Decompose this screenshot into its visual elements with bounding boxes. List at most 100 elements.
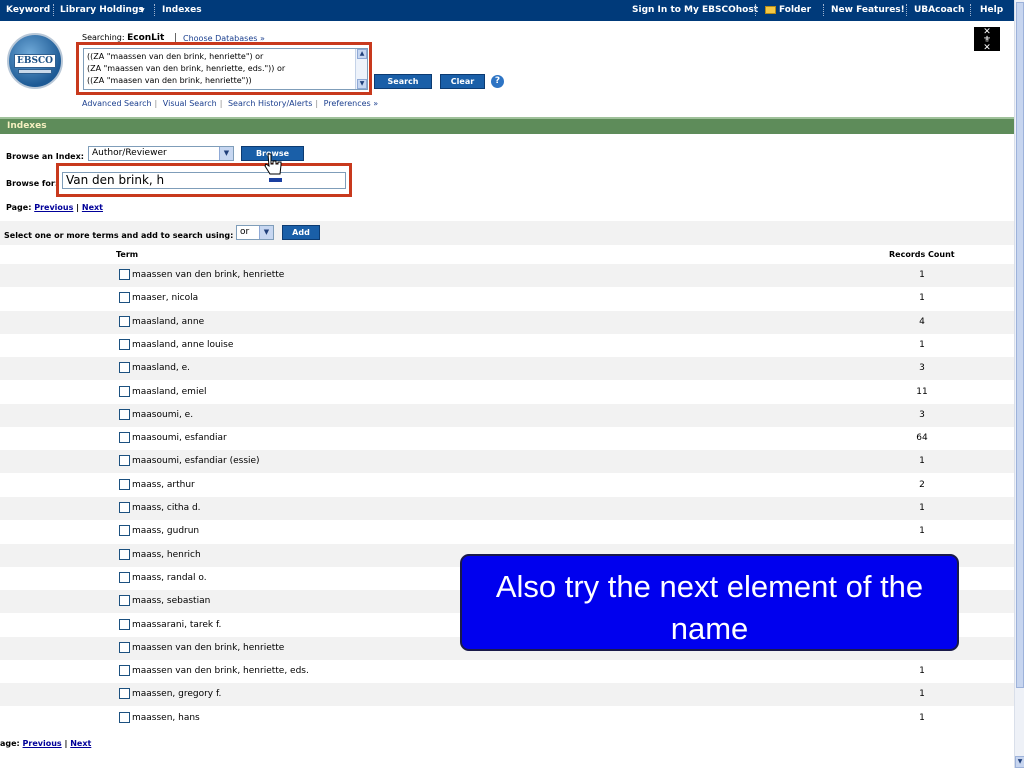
term-text: maass, randal o.: [132, 573, 207, 583]
term-text: maass, arthur: [132, 480, 195, 490]
term-checkbox[interactable]: [119, 525, 130, 536]
folder-icon[interactable]: [765, 6, 776, 14]
table-row: maassen, hans 1: [0, 707, 1014, 730]
term-checkbox[interactable]: [119, 688, 130, 699]
table-row: maassen, gregory f. 1: [0, 683, 1014, 706]
next-page-link[interactable]: Next: [82, 203, 103, 212]
term-text: maasland, e.: [132, 363, 191, 373]
term-text: maasland, anne: [132, 317, 205, 327]
preferences-link[interactable]: Preferences »: [324, 99, 379, 108]
term-checkbox[interactable]: [119, 269, 130, 280]
nav-folder[interactable]: Folder: [779, 5, 811, 15]
records-count: 1: [919, 503, 925, 513]
term-checkbox[interactable]: [119, 292, 130, 303]
search-query-textarea[interactable]: ((ZA "maassen van den brink, henriette")…: [83, 48, 368, 90]
records-count: 1: [919, 270, 925, 280]
clear-button[interactable]: Clear: [440, 74, 485, 89]
query-scrollbar[interactable]: ▲ ▼: [355, 49, 367, 89]
term-text: maass, gudrun: [132, 526, 200, 536]
scroll-down-icon[interactable]: ▼: [357, 79, 367, 89]
table-row: maass, arthur 2: [0, 474, 1014, 497]
page-label: Page:: [6, 203, 32, 212]
term-checkbox[interactable]: [119, 665, 130, 676]
records-count: 4: [919, 317, 925, 327]
search-button[interactable]: Search: [374, 74, 432, 89]
nav-help[interactable]: Help: [980, 5, 1003, 15]
ebsco-host-logo[interactable]: EBSCO: [7, 33, 63, 89]
table-row: maass, citha d. 1: [0, 497, 1014, 520]
term-text: maasoumi, e.: [132, 410, 194, 420]
term-checkbox[interactable]: [119, 386, 130, 397]
table-row: maass, gudrun 1: [0, 520, 1014, 543]
term-checkbox[interactable]: [119, 642, 130, 653]
next-page-link[interactable]: Next: [70, 739, 91, 748]
scroll-up-icon[interactable]: ▲: [357, 49, 367, 59]
records-count: 1: [919, 689, 925, 699]
nav-new-features[interactable]: New Features!: [831, 5, 905, 15]
term-text: maassarani, tarek f.: [132, 620, 222, 630]
page-scrollbar[interactable]: ▼: [1014, 0, 1024, 768]
nav-indexes[interactable]: Indexes: [162, 5, 202, 15]
table-row: maassen van den brink, henriette 1: [0, 264, 1014, 287]
pagination-bottom: age: Previous | Next: [0, 739, 91, 748]
add-button[interactable]: Add: [282, 225, 320, 240]
advanced-search-link[interactable]: Advanced Search: [82, 99, 152, 108]
term-text: maassen van den brink, henriette, eds.: [132, 666, 309, 676]
previous-page-link[interactable]: Previous: [34, 203, 73, 212]
term-checkbox[interactable]: [119, 595, 130, 606]
scroll-thumb[interactable]: [1016, 2, 1024, 688]
chevron-down-icon[interactable]: ▼: [259, 226, 273, 239]
table-row: maasland, anne louise 1: [0, 334, 1014, 357]
term-checkbox[interactable]: [119, 549, 130, 560]
nav-library-holdings[interactable]: Library Holdings: [60, 5, 144, 15]
term-checkbox[interactable]: [119, 316, 130, 327]
term-text: maassen, gregory f.: [132, 689, 222, 699]
browse-index-label: Browse an Index:: [6, 152, 84, 161]
records-count: 1: [919, 340, 925, 350]
term-checkbox[interactable]: [119, 712, 130, 723]
nav-separator: [755, 4, 756, 16]
records-count: 1: [919, 666, 925, 676]
nav-keyword[interactable]: Keyword: [6, 5, 50, 15]
previous-page-link[interactable]: Previous: [23, 739, 62, 748]
term-checkbox[interactable]: [119, 479, 130, 490]
term-checkbox[interactable]: [119, 432, 130, 443]
column-header-records-count: Records Count: [889, 250, 955, 259]
index-select[interactable]: Author/Reviewer ▼: [88, 146, 234, 161]
term-text: maasland, anne louise: [132, 340, 234, 350]
scroll-down-icon[interactable]: ▼: [1015, 756, 1024, 768]
records-count: 64: [916, 433, 928, 443]
term-text: maass, henrich: [132, 550, 201, 560]
nav-ubacoach[interactable]: UBAcoach: [914, 5, 964, 15]
browse-for-label: Browse for:: [6, 179, 59, 188]
nav-separator: [823, 4, 824, 16]
operator-select[interactable]: or ▼: [236, 225, 274, 240]
term-checkbox[interactable]: [119, 339, 130, 350]
term-checkbox[interactable]: [119, 455, 130, 466]
page-label: age:: [0, 739, 20, 748]
searching-label: Searching:: [82, 33, 125, 42]
visual-search-link[interactable]: Visual Search: [163, 99, 217, 108]
annotation-callout: Also try the next element of the name: [460, 554, 959, 651]
add-terms-label: Select one or more terms and add to sear…: [4, 231, 234, 240]
term-checkbox[interactable]: [119, 502, 130, 513]
search-history-link[interactable]: Search History/Alerts: [228, 99, 312, 108]
term-text: maassen van den brink, henriette: [132, 643, 285, 653]
help-icon[interactable]: ?: [491, 75, 504, 88]
nav-sign-in[interactable]: Sign In to My EBSCOhost: [632, 5, 758, 15]
chevron-down-icon[interactable]: ▼: [140, 7, 145, 14]
browse-for-input[interactable]: Van den brink, h: [62, 172, 346, 189]
records-count: 3: [919, 410, 925, 420]
term-checkbox[interactable]: [119, 572, 130, 583]
indexes-section-header: Indexes: [0, 117, 1014, 134]
institution-logo-icon: ✕ ⚜ ✕: [974, 27, 1000, 53]
chevron-down-icon[interactable]: ▼: [219, 147, 233, 160]
term-checkbox[interactable]: [119, 619, 130, 630]
records-count: 1: [919, 713, 925, 723]
term-text: maaser, nicola: [132, 293, 199, 303]
term-text: maass, sebastian: [132, 596, 211, 606]
term-checkbox[interactable]: [119, 409, 130, 420]
table-row: maasland, e. 3: [0, 357, 1014, 380]
term-checkbox[interactable]: [119, 362, 130, 373]
records-count: 2: [919, 480, 925, 490]
